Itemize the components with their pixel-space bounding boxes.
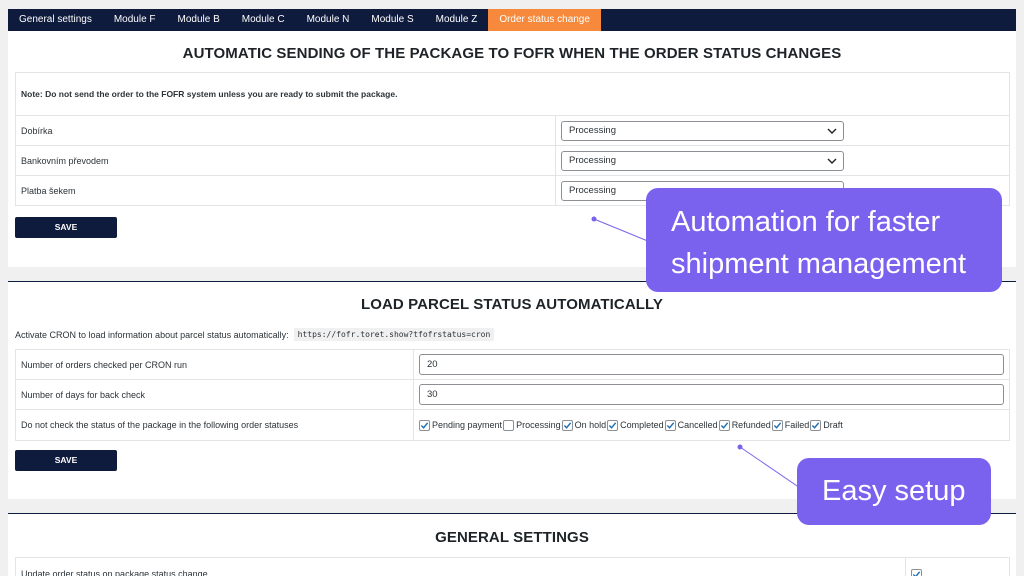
- tab-module-z[interactable]: Module Z: [425, 9, 489, 31]
- checkmark-icon: [812, 421, 820, 429]
- automation-callout: Automation for faster shipment managemen…: [646, 188, 1002, 292]
- orders-per-run-input[interactable]: 20: [419, 354, 1004, 375]
- status-checkbox[interactable]: [718, 419, 730, 431]
- status-checkbox-label: Pending payment: [432, 420, 503, 430]
- checkmark-icon: [720, 421, 728, 429]
- checkmark-icon: [773, 421, 781, 429]
- checkmark-icon: [912, 571, 921, 576]
- exclude-statuses-label: Do not check the status of the package i…: [15, 409, 414, 441]
- status-checkbox-label: Draft: [823, 420, 843, 430]
- table-row: Update order status on package status ch…: [15, 557, 1010, 576]
- status-select-value: Processing: [569, 154, 616, 166]
- table-row: Do not check the status of the package i…: [15, 409, 1010, 441]
- days-back-input[interactable]: 30: [419, 384, 1004, 405]
- parcel-status-title: LOAD PARCEL STATUS AUTOMATICALLY: [360, 296, 664, 313]
- days-back-label: Number of days for back check: [15, 379, 414, 410]
- status-checkbox-label: Processing: [516, 420, 561, 430]
- status-checkbox-label: Failed: [784, 420, 810, 430]
- orders-per-run-label: Number of orders checked per CRON run: [15, 349, 414, 380]
- status-checkbox-label: Completed: [620, 420, 664, 430]
- automation-callout-line2: shipment management: [671, 248, 966, 280]
- update-status-checkbox[interactable]: [911, 569, 922, 576]
- chevron-down-icon: [827, 158, 837, 164]
- status-checkbox-group: Pending payment Processing On hold Complete…: [419, 419, 1004, 431]
- parcel-status-table: Number of orders checked per CRON run 20…: [15, 349, 1010, 441]
- status-checkbox-label: On hold: [574, 420, 607, 430]
- general-settings-title: GENERAL SETTINGS: [435, 529, 589, 546]
- tab-module-s[interactable]: Module S: [360, 9, 424, 31]
- general-settings-table: Update order status on package status ch…: [15, 557, 1010, 576]
- table-row: Bankovním převodem Processing: [15, 145, 1010, 176]
- chevron-down-icon: [827, 128, 837, 134]
- status-checkbox-label: Refunded: [731, 420, 771, 430]
- table-row: Number of days for back check 30: [15, 379, 1010, 410]
- tab-module-c[interactable]: Module C: [231, 9, 296, 31]
- status-checkbox[interactable]: [771, 419, 783, 431]
- status-select-dobirka[interactable]: Processing: [561, 120, 844, 141]
- tab-module-b[interactable]: Module B: [167, 9, 231, 31]
- status-checkbox[interactable]: [810, 419, 822, 431]
- status-select-value: Processing: [569, 124, 616, 136]
- automation-callout-line1: Automation for faster: [671, 206, 941, 238]
- cron-text: Activate CRON to load information about …: [15, 329, 289, 340]
- auto-send-note: Note: Do not send the order to the FOFR …: [15, 72, 1010, 116]
- status-select-bank-transfer[interactable]: Processing: [561, 150, 844, 171]
- save-button[interactable]: SAVE: [15, 450, 117, 471]
- cron-info: Activate CRON to load information about …: [15, 328, 495, 341]
- checkmark-icon: [666, 421, 674, 429]
- status-checkbox[interactable]: [503, 419, 515, 431]
- checkmark-icon: [420, 421, 429, 429]
- save-button[interactable]: SAVE: [15, 217, 117, 238]
- table-row: Number of orders checked per CRON run 20: [15, 349, 1010, 380]
- payment-method-label: Platba šekem: [15, 175, 556, 206]
- payment-method-label: Bankovním převodem: [15, 145, 556, 176]
- status-checkbox-label: Cancelled: [677, 420, 718, 430]
- payment-method-label: Dobírka: [15, 115, 556, 146]
- status-checkbox[interactable]: [607, 419, 619, 431]
- update-status-label: Update order status on package status ch…: [15, 557, 906, 576]
- cron-url: https://fofr.toret.show?tfofrstatus=cron: [293, 328, 495, 341]
- tab-general-settings[interactable]: General settings: [8, 9, 103, 31]
- easy-setup-callout: Easy setup: [797, 458, 991, 525]
- auto-send-table: Note: Do not send the order to the FOFR …: [15, 72, 1010, 206]
- tab-module-f[interactable]: Module F: [103, 9, 167, 31]
- auto-send-title: AUTOMATIC SENDING OF THE PACKAGE TO FOFR…: [182, 45, 842, 62]
- tab-module-n[interactable]: Module N: [296, 9, 361, 31]
- status-checkbox[interactable]: [419, 419, 430, 431]
- tab-order-status-change[interactable]: Order status change: [488, 9, 601, 31]
- status-select-value: Processing: [569, 184, 616, 196]
- checkmark-icon: [563, 421, 571, 429]
- status-checkbox[interactable]: [561, 419, 573, 431]
- module-tabs: General settings Module F Module B Modul…: [8, 9, 1016, 31]
- checkmark-icon: [608, 421, 617, 429]
- table-row: Dobírka Processing: [15, 115, 1010, 146]
- status-checkbox[interactable]: [664, 419, 676, 431]
